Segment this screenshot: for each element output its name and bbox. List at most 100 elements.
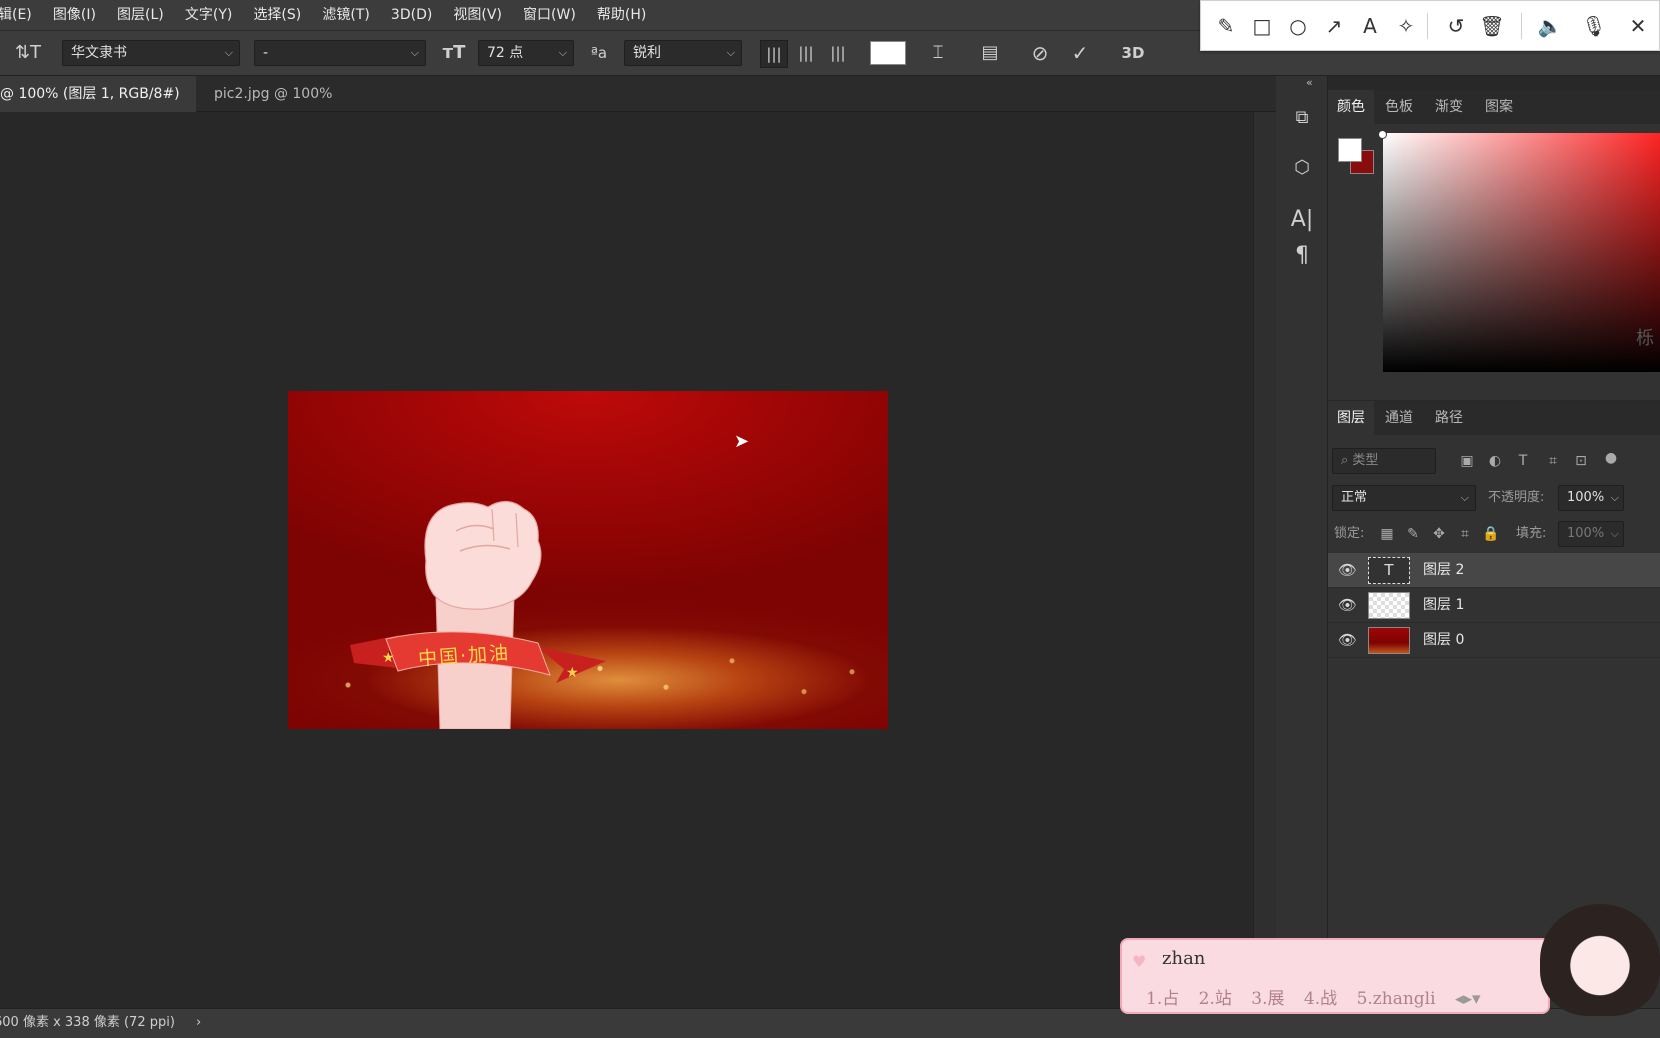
menu-help[interactable]: 帮助(H) bbox=[597, 0, 646, 30]
warp-text-icon[interactable]: ⌶ bbox=[924, 40, 952, 66]
align-bottom-icon[interactable]: ||| bbox=[824, 40, 852, 66]
ime-candidate[interactable]: 3.展 bbox=[1251, 989, 1284, 1009]
layer-row[interactable]: 👁 图层 1 bbox=[1328, 588, 1660, 623]
ime-candidate[interactable]: 5.zhangli bbox=[1357, 989, 1436, 1009]
visibility-eye-icon[interactable]: 👁 bbox=[1338, 623, 1357, 658]
microphone-icon[interactable]: 🎙 bbox=[1579, 11, 1609, 41]
menu-type[interactable]: 文字(Y) bbox=[185, 0, 232, 30]
trash-icon[interactable]: 🗑 bbox=[1477, 11, 1507, 41]
tab-patterns[interactable]: 图案 bbox=[1476, 90, 1522, 124]
lock-position-icon[interactable]: ✥ bbox=[1428, 521, 1450, 547]
undo-icon[interactable]: ↺ bbox=[1441, 11, 1471, 41]
collapse-icon[interactable]: « bbox=[1306, 76, 1313, 89]
ellipse-icon[interactable]: ○ bbox=[1283, 11, 1313, 41]
menu-image[interactable]: 图像(I) bbox=[53, 0, 96, 30]
tab-layers[interactable]: 图层 bbox=[1328, 401, 1374, 435]
layer-row[interactable]: 👁 T 图层 2 bbox=[1328, 553, 1660, 588]
filter-text-icon[interactable]: T bbox=[1512, 448, 1534, 474]
menu-window[interactable]: 窗口(W) bbox=[523, 0, 576, 30]
blend-mode-select[interactable]: 正常 ⌵ bbox=[1332, 485, 1476, 511]
filter-adjustment-icon[interactable]: ◐ bbox=[1484, 448, 1506, 474]
3d-panel-icon[interactable]: ⬡ bbox=[1286, 152, 1318, 184]
visibility-eye-icon[interactable]: 👁 bbox=[1338, 588, 1357, 623]
color-panel-tabs: 颜色 色板 渐变 图案 bbox=[1328, 90, 1660, 124]
lock-all-icon[interactable]: 🔒 bbox=[1480, 521, 1502, 547]
chevron-down-icon: ⌵ bbox=[726, 46, 735, 59]
character-panel-icon[interactable]: ▤ bbox=[976, 40, 1004, 66]
ime-candidate[interactable]: 2.站 bbox=[1199, 989, 1232, 1009]
fill-label: 填充: bbox=[1516, 526, 1547, 541]
lock-artboard-icon[interactable]: ⌗ bbox=[1454, 521, 1476, 547]
menu-3d[interactable]: 3D(D) bbox=[391, 0, 432, 30]
chevron-down-icon: ⌵ bbox=[410, 46, 419, 59]
tab-document-2[interactable]: pic2.jpg @ 100%(RGB/8)✕ bbox=[204, 76, 410, 138]
opacity-input[interactable]: 100% ⌵ bbox=[1558, 485, 1624, 511]
fill-input[interactable]: 100% ⌵ bbox=[1558, 521, 1624, 547]
arrow-icon[interactable]: ↗ bbox=[1319, 11, 1349, 41]
font-size-select[interactable]: 72 点 ⌵ bbox=[478, 40, 574, 66]
cancel-icon[interactable]: ⊘ bbox=[1026, 40, 1054, 66]
align-top-icon[interactable]: ||| bbox=[760, 40, 788, 68]
foreground-color-swatch[interactable] bbox=[1338, 138, 1362, 162]
ime-page-arrows-icon[interactable]: ◂▸▾ bbox=[1455, 989, 1481, 1009]
vertical-type-tool-icon[interactable]: ⇅T bbox=[14, 40, 42, 66]
menu-edit[interactable]: 辑(E) bbox=[0, 0, 32, 30]
layer-row[interactable]: 👁 图层 0 bbox=[1328, 623, 1660, 658]
tab-channels[interactable]: 通道 bbox=[1376, 401, 1422, 435]
chevron-down-icon: ⌵ bbox=[1610, 527, 1619, 540]
history-icon[interactable]: ⧉ bbox=[1286, 102, 1318, 134]
commit-check-icon[interactable]: ✓ bbox=[1066, 40, 1094, 66]
character-icon[interactable]: A| bbox=[1286, 204, 1318, 236]
filter-toggle-icon[interactable]: ● bbox=[1600, 445, 1622, 471]
text-color-swatch[interactable] bbox=[870, 41, 906, 65]
color-picker-handle[interactable] bbox=[1378, 130, 1387, 139]
pencil-icon[interactable]: ✎ bbox=[1211, 11, 1241, 41]
layer-thumbnail bbox=[1368, 627, 1410, 654]
vertical-scrollbar[interactable] bbox=[1253, 112, 1276, 1008]
ime-candidate[interactable]: 4.战 bbox=[1304, 989, 1337, 1009]
menu-select[interactable]: 选择(S) bbox=[253, 0, 301, 30]
magic-wand-icon[interactable]: ✧ bbox=[1391, 11, 1421, 41]
font-size-icon: ᴛT bbox=[442, 42, 466, 63]
chevron-down-icon: ⌵ bbox=[1610, 491, 1619, 504]
rectangle-icon[interactable]: □ bbox=[1247, 11, 1277, 41]
paragraph-icon[interactable]: ¶ bbox=[1286, 240, 1318, 272]
tab-gradients[interactable]: 渐变 bbox=[1426, 90, 1472, 124]
chevron-down-icon: ⌵ bbox=[558, 46, 567, 59]
document-info[interactable]: 600 像素 x 338 像素 (72 ppi) bbox=[0, 1009, 175, 1037]
close-icon[interactable]: ✕ bbox=[1623, 11, 1653, 41]
layer-filter-value: 类型 bbox=[1352, 453, 1379, 468]
menu-view[interactable]: 视图(V) bbox=[453, 0, 502, 30]
speaker-icon[interactable]: 🔈 bbox=[1535, 11, 1565, 41]
document-image[interactable]: ★ ★ 中国·加油 ➤ bbox=[288, 391, 888, 729]
color-picker-field[interactable] bbox=[1383, 133, 1660, 372]
antialias-select[interactable]: 锐利 ⌵ bbox=[624, 40, 742, 66]
chevron-down-icon: ⌵ bbox=[224, 46, 233, 59]
3d-button[interactable]: 3D bbox=[1118, 40, 1148, 66]
tab-document-1[interactable]: @ 100% (图层 1, RGB/8#) *✕ bbox=[0, 76, 196, 138]
menu-layer[interactable]: 图层(L) bbox=[117, 0, 164, 30]
tab-color[interactable]: 颜色 bbox=[1328, 90, 1374, 124]
layer-filter-select[interactable]: ⌕ 类型 bbox=[1332, 448, 1436, 474]
tab-swatches[interactable]: 色板 bbox=[1376, 90, 1422, 124]
text-icon[interactable]: A bbox=[1355, 11, 1385, 41]
tab-paths[interactable]: 路径 bbox=[1426, 401, 1472, 435]
filter-image-icon[interactable]: ▣ bbox=[1456, 448, 1478, 474]
svg-text:★: ★ bbox=[382, 650, 395, 666]
chevron-right-icon[interactable]: › bbox=[196, 1009, 201, 1037]
overlay-character: 栎 bbox=[1636, 328, 1654, 349]
filter-smart-object-icon[interactable]: ⊡ bbox=[1570, 448, 1592, 474]
align-center-icon[interactable]: ||| bbox=[792, 40, 820, 66]
visibility-eye-icon[interactable]: 👁 bbox=[1338, 553, 1357, 588]
lock-pixels-icon[interactable]: ✎ bbox=[1402, 521, 1424, 547]
font-style-select[interactable]: - ⌵ bbox=[254, 40, 426, 66]
opacity-value: 100% bbox=[1567, 490, 1605, 505]
font-family-select[interactable]: 华文隶书 ⌵ bbox=[62, 40, 240, 66]
lock-transparent-icon[interactable]: ▦ bbox=[1376, 521, 1398, 547]
layer-name: 图层 0 bbox=[1423, 632, 1465, 648]
layers-panel-tabs: 图层 通道 路径 bbox=[1328, 401, 1660, 435]
cursor-pointer-icon: ➤ bbox=[734, 431, 750, 452]
menu-filter[interactable]: 滤镜(T) bbox=[322, 0, 369, 30]
ime-candidate[interactable]: 1.占 bbox=[1146, 989, 1179, 1009]
filter-shape-icon[interactable]: ⌗ bbox=[1542, 448, 1564, 474]
